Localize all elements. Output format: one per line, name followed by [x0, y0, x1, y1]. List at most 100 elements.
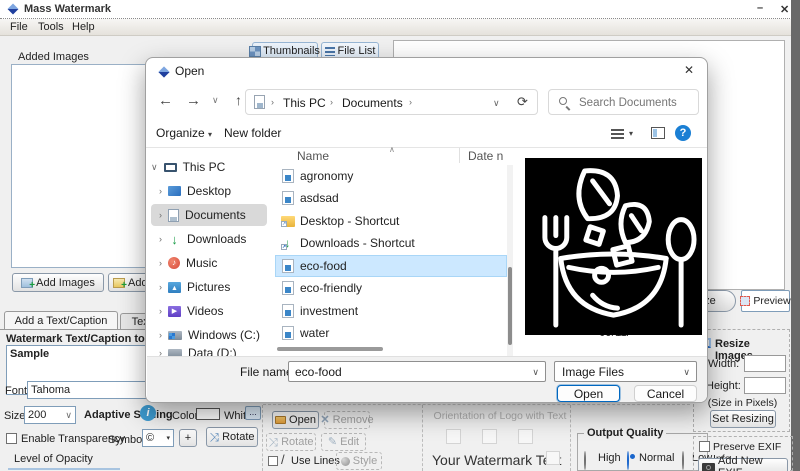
- quality-high-radio[interactable]: [584, 451, 586, 470]
- dialog-cancel-button[interactable]: Cancel: [634, 385, 697, 402]
- add-symbol-label: +: [185, 432, 191, 444]
- vertical-scrollbar-thumb[interactable]: [508, 267, 512, 345]
- divider-3: [570, 405, 571, 471]
- tree-item-music[interactable]: › ♪ Music: [159, 252, 275, 274]
- add-symbol-button[interactable]: +: [179, 429, 197, 447]
- list-item-selected[interactable]: eco-food 09/11/: [277, 255, 507, 277]
- orientation-box-2[interactable]: [482, 429, 497, 444]
- tree-item-documents[interactable]: › Documents: [159, 204, 275, 226]
- up-icon[interactable]: ↑: [235, 92, 242, 108]
- tree-item-this-pc[interactable]: ∨ This PC: [151, 156, 267, 178]
- address-dropdown-icon[interactable]: ∨: [493, 98, 500, 109]
- file-type-select[interactable]: Image Files ∨: [554, 361, 697, 382]
- tree-item-videos[interactable]: › ▶ Videos: [159, 300, 275, 322]
- orientation-box-4[interactable]: [546, 451, 560, 465]
- app-title: Mass Watermark: [24, 3, 111, 15]
- menu-tools[interactable]: Tools: [38, 21, 64, 33]
- view-list-icon[interactable]: [611, 129, 624, 139]
- forward-icon[interactable]: →: [186, 92, 201, 109]
- color-swatch[interactable]: [196, 408, 220, 420]
- file-name-combo[interactable]: eco-food ∨: [288, 361, 546, 382]
- height-input[interactable]: [744, 377, 786, 394]
- dialog-close-button[interactable]: ✕: [684, 63, 694, 77]
- search-box[interactable]: [548, 89, 699, 115]
- list-item[interactable]: ↓↗ Downloads - Shortcut 22/09/: [277, 232, 507, 254]
- dialog-open-button[interactable]: Open: [557, 385, 620, 402]
- file-type-caret-icon[interactable]: ∨: [683, 367, 690, 378]
- organize-button[interactable]: Organize ▾: [156, 126, 212, 140]
- refresh-icon[interactable]: ⟳: [517, 94, 528, 110]
- color-more-button[interactable]: ...: [245, 406, 261, 420]
- menu-help[interactable]: Help: [72, 21, 95, 33]
- column-name[interactable]: Name: [297, 149, 329, 163]
- opacity-slider[interactable]: [8, 468, 120, 470]
- set-resizing-button[interactable]: Set Resizing: [710, 410, 776, 428]
- folder-shortcut-icon: ↗: [281, 216, 295, 227]
- column-divider: [459, 148, 460, 163]
- breadcrumb-documents[interactable]: Documents: [342, 96, 403, 110]
- enable-transparency-checkbox[interactable]: [6, 433, 17, 444]
- menu-file[interactable]: File: [10, 21, 28, 33]
- preview-button[interactable]: Preview: [741, 290, 790, 312]
- app-close-button[interactable]: ✕: [780, 3, 789, 16]
- size-combo[interactable]: 200 ∨: [24, 406, 76, 424]
- use-lines-checkbox[interactable]: [268, 456, 278, 466]
- logo-rotate-button[interactable]: ⤨ Rotate: [266, 433, 316, 451]
- vertical-scrollbar[interactable]: [507, 165, 513, 361]
- organize-caret-icon: ▾: [208, 130, 212, 139]
- style-button[interactable]: Style: [336, 452, 382, 470]
- file-name: water: [300, 326, 329, 340]
- info-icon[interactable]: i: [140, 405, 156, 421]
- logo-open-button[interactable]: Open: [272, 411, 319, 429]
- quality-low-radio[interactable]: [682, 451, 684, 470]
- add-images-button-1[interactable]: + Add Images: [12, 273, 104, 292]
- file-list-label: File List: [338, 45, 376, 57]
- search-input[interactable]: [577, 93, 696, 113]
- back-icon[interactable]: ←: [158, 92, 173, 109]
- tree-item-downloads[interactable]: › ↓ Downloads: [159, 228, 275, 250]
- image-file-icon: [282, 281, 294, 295]
- symbols-combo[interactable]: © ▾: [142, 429, 174, 447]
- orientation-box-3[interactable]: [518, 429, 533, 444]
- horizontal-scrollbar-thumb[interactable]: [277, 347, 383, 351]
- preserve-exif-checkbox[interactable]: [699, 441, 710, 452]
- tree-item-desktop[interactable]: › Desktop: [159, 180, 275, 202]
- list-item[interactable]: investment 09/11/: [277, 300, 507, 322]
- column-date[interactable]: Date n: [468, 149, 503, 163]
- list-item[interactable]: ↗ Desktop - Shortcut 27/09/: [277, 210, 507, 232]
- list-item[interactable]: eco-friendly 09/11/: [277, 277, 507, 299]
- preview-pane-icon[interactable]: [651, 127, 665, 139]
- orientation-box-1[interactable]: [446, 429, 461, 444]
- style-sphere-icon: [341, 457, 350, 466]
- new-folder-button[interactable]: New folder: [224, 126, 281, 140]
- add-new-exif-button[interactable]: Add New EXIF: [698, 458, 788, 471]
- tab-add-text-caption[interactable]: Add a Text/Caption: [4, 311, 118, 329]
- help-icon[interactable]: ?: [675, 125, 691, 141]
- list-item[interactable]: agronomy 09/11/: [277, 165, 507, 187]
- minimize-button[interactable]: –: [757, 2, 763, 14]
- size-label: Size: [4, 410, 25, 422]
- list-item[interactable]: water 09/11/: [277, 322, 507, 344]
- file-name: asdsad: [300, 191, 339, 205]
- width-input[interactable]: [744, 355, 786, 372]
- address-bar[interactable]: › This PC › Documents › ∨ ⟳: [245, 89, 538, 115]
- search-icon: [559, 97, 567, 105]
- rotate-text-button[interactable]: ⤨ Rotate: [206, 427, 258, 447]
- file-type-value: Image Files: [562, 365, 624, 379]
- sort-icon: ∧: [389, 145, 395, 154]
- quality-normal-radio[interactable]: [627, 451, 629, 470]
- breadcrumb-this-pc[interactable]: This PC: [283, 96, 326, 110]
- logo-remove-button[interactable]: ✕ Remove: [324, 411, 370, 429]
- chevron-right-icon: ›: [159, 306, 162, 316]
- videos-icon: ▶: [168, 306, 181, 317]
- preview-image: [525, 158, 702, 335]
- tree-item-pictures[interactable]: › ▲ Pictures: [159, 276, 275, 298]
- file-name-caret-icon[interactable]: ∨: [532, 367, 539, 378]
- chevron-right-icon: ›: [159, 258, 162, 268]
- documents-icon: [168, 209, 179, 222]
- views-caret-icon[interactable]: ▾: [629, 129, 633, 138]
- breadcrumb-folder-icon: [254, 95, 265, 109]
- recent-locations-icon[interactable]: ∨: [212, 95, 219, 106]
- logo-edit-button[interactable]: ✎ Edit: [321, 433, 366, 451]
- list-item[interactable]: asdsad 09/11/: [277, 187, 507, 209]
